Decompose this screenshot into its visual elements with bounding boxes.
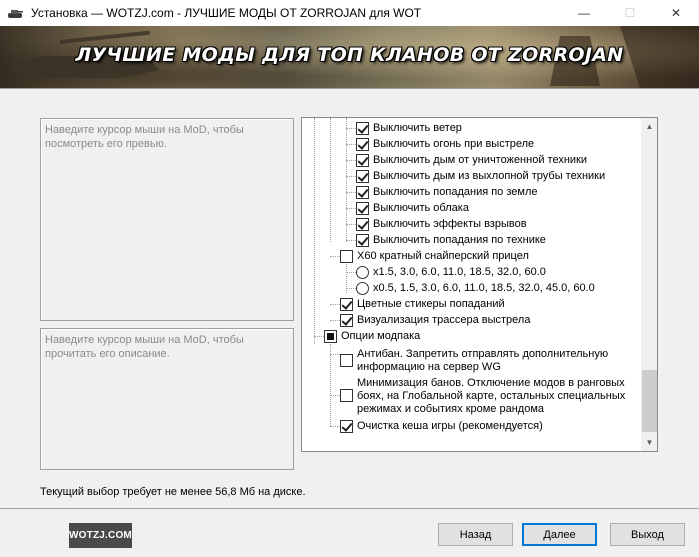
tree-item-color-hit-stickers[interactable]: Цветные стикеры попаданий (340, 298, 505, 311)
tree-item-antiban[interactable]: Антибан. Запретить отправлять дополнител… (340, 348, 640, 374)
tree-item-zoom-option-2[interactable]: x0.5, 1.5, 3.0, 6.0, 11.0, 18.5, 32.0, 4… (356, 282, 595, 295)
tree-item-tracer-visualization[interactable]: Визуализация трассера выстрела (340, 314, 530, 327)
banner-divider (0, 88, 699, 89)
checkbox[interactable] (324, 330, 337, 343)
tree-scrollbar[interactable]: ▲ ▼ (641, 118, 657, 451)
tree-item-modpack-options[interactable]: Опции модпака (324, 330, 420, 343)
tree-item-disable-vehicle-hits[interactable]: Выключить попадания по технике (356, 234, 546, 247)
checkbox[interactable] (340, 354, 353, 367)
mod-preview-pane: Наведите курсор мыши на МоD, чтобы посмо… (40, 118, 294, 321)
tree-item-zoom-option-1[interactable]: x1.5, 3.0, 6.0, 11.0, 18.5, 32.0, 60.0 (356, 266, 546, 279)
checkbox[interactable] (356, 202, 369, 215)
checkbox[interactable] (356, 138, 369, 151)
next-button[interactable]: Далее (522, 523, 597, 546)
checkbox[interactable] (340, 250, 353, 263)
description-hint: Наведите курсор мыши на МоD, чтобы прочи… (45, 334, 244, 360)
checkbox[interactable] (340, 298, 353, 311)
tree-item-disable-clouds[interactable]: Выключить облака (356, 202, 469, 215)
tree-item-disable-wind[interactable]: Выключить ветер (356, 122, 462, 135)
tree-item-ban-minimization[interactable]: Минимизация банов. Отключение модов в ра… (340, 377, 640, 416)
maximize-button: ☐ (624, 6, 636, 20)
close-button[interactable]: ✕ (653, 0, 699, 26)
checkbox[interactable] (356, 122, 369, 135)
scroll-down-arrow-icon[interactable]: ▼ (641, 434, 657, 451)
banner-title: ЛУЧШИЕ МОДЫ ДЛЯ ТОП КЛАНОВ ОТ ZORROJAN (75, 44, 624, 66)
exit-button[interactable]: Выход (610, 523, 685, 546)
scroll-up-arrow-icon[interactable]: ▲ (641, 118, 657, 135)
tree-item-disable-destroyed-smoke[interactable]: Выключить дым от уничтоженной техники (356, 154, 587, 167)
title-bar: Установка — WOTZJ.com - ЛУЧШИЕ МОДЫ ОТ Z… (0, 0, 699, 26)
minimize-button[interactable]: — (561, 0, 607, 26)
checkbox[interactable] (356, 218, 369, 231)
preview-hint: Наведите курсор мыши на МоD, чтобы посмо… (45, 124, 244, 150)
mod-description-pane: Наведите курсор мыши на МоD, чтобы прочи… (40, 328, 294, 470)
radio-button[interactable] (356, 282, 369, 295)
checkbox[interactable] (356, 170, 369, 183)
checkbox[interactable] (356, 186, 369, 199)
disk-space-status: Текущий выбор требует не менее 56,8 Мб н… (40, 486, 306, 498)
checkbox[interactable] (340, 420, 353, 433)
mods-tree[interactable]: Выключить ветер Выключить огонь при выст… (301, 117, 658, 452)
checkbox[interactable] (356, 234, 369, 247)
tree-item-disable-explosions[interactable]: Выключить эффекты взрывов (356, 218, 527, 231)
radio-button[interactable] (356, 266, 369, 279)
checkbox[interactable] (340, 389, 353, 402)
back-button[interactable]: Назад (438, 523, 513, 546)
window-title: Установка — WOTZJ.com - ЛУЧШИЕ МОДЫ ОТ Z… (31, 6, 422, 20)
header-banner: ЛУЧШИЕ МОДЫ ДЛЯ ТОП КЛАНОВ ОТ ZORROJAN (0, 26, 699, 88)
tank-app-icon (7, 7, 23, 19)
tree-item-disable-ground-hits[interactable]: Выключить попадания по земле (356, 186, 538, 199)
checkbox[interactable] (340, 314, 353, 327)
tree-item-disable-muzzle-fire[interactable]: Выключить огонь при выстреле (356, 138, 534, 151)
tree-item-clear-cache[interactable]: Очистка кеша игры (рекомендуется) (340, 420, 543, 433)
tree-item-disable-exhaust-smoke[interactable]: Выключить дым из выхлопной трубы техники (356, 170, 605, 183)
brand-logo: WOTZJ.COM (69, 523, 132, 548)
scroll-thumb[interactable] (642, 370, 657, 432)
checkbox[interactable] (356, 154, 369, 167)
footer-divider (0, 508, 699, 509)
tree-item-x60-sniper-scope[interactable]: X60 кратный снайперский прицел (340, 250, 529, 263)
